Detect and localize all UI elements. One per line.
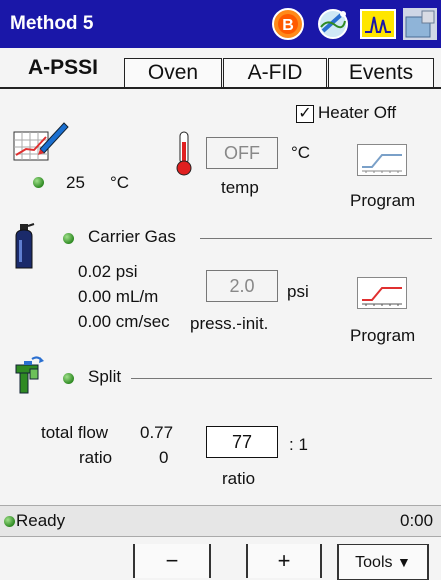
split-ratio-input-label: ratio [222,469,256,488]
pressure-setpoint-input[interactable]: 2.0 [206,270,278,302]
plus-label: + [277,548,291,573]
pressure-setpoint-value: 2.0 [229,276,255,296]
split-ratio-value: 0 [159,448,169,467]
carrier-pressure: 0.02 psi [78,262,138,281]
temp-program-icon[interactable] [357,144,407,176]
chevron-down-icon: ▼ [396,554,411,570]
pressure-program-label[interactable]: Program [350,326,415,346]
split-ratio-suffix: : 1 [289,435,308,454]
pressure-setpoint-unit: psi [287,282,309,301]
split-status-led [63,373,74,384]
window-title: Method 5 [10,13,94,34]
heater-current-temp: 25 [66,173,85,192]
chromatogram-icon[interactable] [358,5,398,43]
split-ratio-input-value: 77 [231,432,253,452]
inlet-temperature-icon [12,117,72,167]
pressure-program-icon[interactable] [357,277,407,309]
split-valve-icon [12,355,48,397]
tab-a-pssi[interactable]: A-PSSI [6,54,120,88]
instrument-icon[interactable] [400,5,440,43]
status-time: 0:00 [400,511,434,530]
split-ratio-input[interactable]: 77 [206,426,278,458]
gas-cylinder-icon [12,222,36,272]
plus-button[interactable]: + [246,544,322,578]
temp-program-label[interactable]: Program [350,191,415,211]
total-flow-label: total flow [41,423,109,442]
status-bar: Ready 0:00 [0,505,441,537]
tab-oven[interactable]: Oven [124,58,222,87]
tab-a-fid[interactable]: A-FID [223,58,327,87]
ready-status-led [4,516,15,527]
tab-events[interactable]: Events [328,58,434,87]
heater-off-label: Heater Off [318,103,397,122]
tools-label: Tools [355,554,393,571]
carrier-status-led [63,233,74,244]
carrier-flow: 0.00 mL/m [78,287,159,306]
temp-setpoint-label: temp [221,178,259,197]
heater-status-led [33,177,44,188]
status-text: Ready [16,511,66,530]
carrier-divider [200,238,432,239]
split-divider [131,378,432,379]
carrier-gas-label: Carrier Gas [88,227,176,246]
power-icon[interactable]: B [268,5,308,43]
split-ratio-label: ratio [79,448,113,467]
minus-button[interactable]: − [133,544,211,578]
heater-off-checkbox[interactable]: ✓ [296,105,314,123]
thermometer-icon [174,130,194,176]
gc-status-icon[interactable] [313,5,353,43]
tab-bar: A-PSSI Oven A-FID Events [0,48,441,88]
heater-current-unit: °C [110,173,130,192]
pressure-setpoint-label: press.-init. [190,314,269,333]
tab-divider [0,87,441,89]
temp-setpoint-unit: °C [291,143,311,162]
tools-button[interactable]: Tools ▼ [337,544,429,580]
minus-label: − [165,548,179,573]
total-flow-value: 0.77 [140,423,174,442]
title-bar: Method 5 B [0,0,441,48]
split-label: Split [88,367,122,386]
svg-text:B: B [282,17,294,34]
temp-setpoint-input[interactable]: OFF [206,137,278,169]
carrier-velocity: 0.00 cm/sec [78,312,170,331]
temp-setpoint-value: OFF [224,143,260,163]
